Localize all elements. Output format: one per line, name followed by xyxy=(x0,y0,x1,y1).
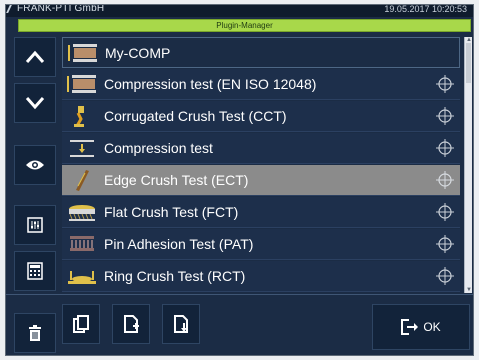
crosshair-icon[interactable] xyxy=(436,139,454,157)
eye-icon xyxy=(26,160,44,170)
copy-button[interactable] xyxy=(62,304,100,344)
view-button[interactable] xyxy=(14,145,56,185)
plugin-list: My-COMP Compression test (EN ISO 12048) … xyxy=(62,37,460,293)
copy-icon xyxy=(73,315,89,333)
window-title-bar: Plugin-Manager xyxy=(18,19,471,32)
crosshair-icon[interactable] xyxy=(436,267,454,285)
top-bar: FRANK-PTI GmbH 19.05.2017 10:20:53 xyxy=(6,5,473,17)
rct-icon xyxy=(68,271,96,284)
my-comp-icon xyxy=(68,44,97,62)
fct-icon xyxy=(69,205,95,221)
cct-icon xyxy=(74,106,84,127)
import-button[interactable] xyxy=(162,304,200,344)
list-item[interactable]: Compression test xyxy=(62,133,460,164)
window-title: Plugin-Manager xyxy=(216,21,273,30)
list-item-label: Ring Crush Test (RCT) xyxy=(104,268,246,284)
scroll-down-icon[interactable]: ▼ xyxy=(466,287,472,293)
list-item[interactable]: Flat Crush Test (FCT) xyxy=(62,197,460,228)
delete-button[interactable] xyxy=(14,313,56,353)
chevron-down-icon xyxy=(25,97,45,110)
crosshair-icon[interactable] xyxy=(436,235,454,253)
crosshair-icon[interactable] xyxy=(436,107,454,125)
calculator-button[interactable] xyxy=(14,251,56,291)
ok-label: OK xyxy=(423,320,441,334)
down-button[interactable] xyxy=(14,83,56,123)
compression-icon xyxy=(67,75,96,93)
list-item[interactable]: Pin Adhesion Test (PAT) xyxy=(62,229,460,260)
list-item-label: Compression test (EN ISO 12048) xyxy=(104,76,317,92)
list-item[interactable]: Ring Crush Test (RCT) xyxy=(62,261,460,292)
ect-icon xyxy=(76,170,89,191)
pat-icon xyxy=(70,236,94,251)
new-file-button[interactable] xyxy=(112,304,150,344)
crosshair-icon[interactable] xyxy=(436,171,454,189)
list-item-label: Corrugated Crush Test (CCT) xyxy=(104,108,287,124)
calculator-icon xyxy=(27,262,43,280)
header-label: My-COMP xyxy=(105,45,171,61)
ok-button[interactable]: OK xyxy=(372,304,470,350)
list-item-label: Pin Adhesion Test (PAT) xyxy=(104,236,254,252)
list-item[interactable]: Corrugated Crush Test (CCT) xyxy=(62,101,460,132)
compression-small-icon xyxy=(70,140,94,157)
plugin-manager-window: FRANK-PTI GmbH 19.05.2017 10:20:53 Plugi… xyxy=(5,4,474,356)
list-item-label: Edge Crush Test (ECT) xyxy=(104,172,249,188)
exit-icon xyxy=(401,319,419,335)
trash-icon xyxy=(29,325,41,341)
list-item-label: Flat Crush Test (FCT) xyxy=(104,204,239,220)
list-item-label: Compression test xyxy=(104,140,213,156)
up-button[interactable] xyxy=(14,37,56,77)
list-item[interactable]: Edge Crush Test (ECT) xyxy=(62,165,460,196)
settings-button[interactable] xyxy=(14,205,56,245)
crosshair-icon[interactable] xyxy=(436,75,454,93)
list-scrollbar[interactable]: ▲ ▼ xyxy=(464,37,472,293)
new-file-icon xyxy=(124,315,139,333)
company-name: FRANK-PTI GmbH xyxy=(17,4,105,14)
sliders-icon xyxy=(27,217,43,233)
import-file-icon xyxy=(174,315,188,333)
chevron-up-icon xyxy=(25,50,45,63)
scrollbar-thumb[interactable] xyxy=(466,43,471,83)
list-item[interactable]: Compression test (EN ISO 12048) xyxy=(62,69,460,100)
date-time: 19.05.2017 10:20:53 xyxy=(384,4,467,14)
crosshair-icon[interactable] xyxy=(436,203,454,221)
plugin-list-header[interactable]: My-COMP xyxy=(62,37,460,68)
bottom-toolbar: OK xyxy=(6,294,473,355)
